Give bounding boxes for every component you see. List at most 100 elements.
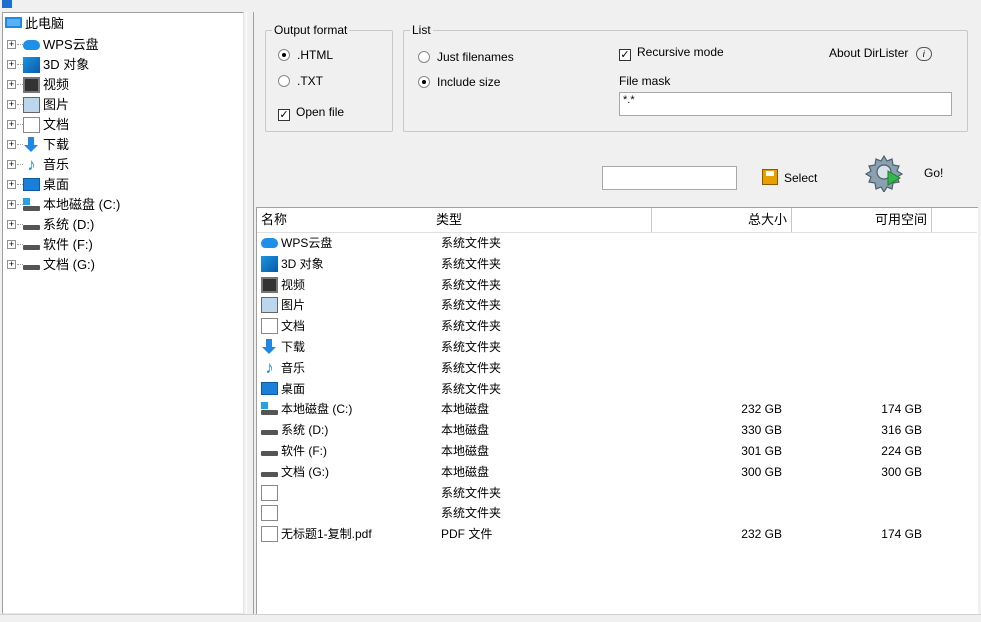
expand-icon[interactable]: + (7, 260, 16, 269)
tree-item-label: WPS云盘 (43, 37, 99, 52)
video-icon (23, 77, 40, 93)
column-header-type[interactable]: 类型 (432, 208, 652, 232)
include-size-radio-button[interactable] (418, 76, 430, 88)
folder-tree[interactable]: 此电脑 + WPS云盘 +3D 对象 + 视频 + 图片 + 文档 + 下载 + ♪ 音乐 + 桌面 + 本地磁盘… (2, 12, 244, 614)
expand-icon[interactable]: + (7, 100, 16, 109)
row-type: 系统文件夹 (441, 381, 502, 396)
tree-item-label: 桌面 (43, 177, 70, 192)
row-type: 系统文件夹 (441, 319, 502, 334)
list-row[interactable]: 软件 (F:) 本地磁盘 301 GB 224 GB (257, 441, 977, 462)
tree-item-label: 3D 对象 (43, 57, 90, 72)
row-name: 桌面 (281, 381, 306, 396)
file-list[interactable]: 名称 类型 总大小 可用空间 WPS云盘 系统文件夹 3D 对象 系统文件夹 视频 系统文… (256, 207, 978, 614)
expand-icon[interactable]: + (7, 60, 16, 69)
list-row[interactable]: 下载 系统文件夹 (257, 337, 977, 358)
column-header-total-label: 总大小 (747, 212, 787, 227)
drive-icon (261, 443, 278, 459)
row-name: 下载 (281, 340, 306, 354)
row-type: 系统文件夹 (441, 506, 502, 521)
drive-icon (261, 422, 278, 438)
drive-icon (23, 217, 40, 233)
pane-splitter[interactable] (246, 12, 254, 614)
output-format-group: Output format .HTML .TXT ✓ Open file (265, 23, 393, 132)
document-icon (261, 318, 278, 335)
column-header-free[interactable]: 可用空间 (792, 208, 932, 232)
row-type: 系统文件夹 (441, 256, 502, 271)
list-row[interactable]: 桌面 系统文件夹 (257, 379, 977, 400)
tree-item-label: 系统 (D:) (43, 217, 95, 232)
just-filenames-radio[interactable]: Just filenames (418, 49, 514, 65)
list-row[interactable]: 本地磁盘 (C:) 本地磁盘 232 GB 174 GB (257, 399, 977, 420)
list-row[interactable]: ♪ 音乐 系统文件夹 (257, 358, 977, 379)
txt-radio-button[interactable] (278, 75, 290, 87)
tree-item-label: 软件 (F:) (43, 237, 93, 252)
picture-icon (23, 97, 40, 113)
row-type: PDF 文件 (441, 527, 493, 542)
open-file-checkbox[interactable]: ✓ Open file (278, 104, 344, 121)
row-total-size: 301 GB (741, 444, 782, 458)
list-row[interactable]: 无标题1-复制.pdf PDF 文件 232 GB 174 GB (257, 524, 977, 545)
expand-icon[interactable]: + (7, 220, 16, 229)
column-header-name-label: 名称 (261, 212, 288, 227)
row-free-space: 300 GB (881, 464, 922, 479)
title-strip (0, 0, 981, 12)
output-format-title: Output format (272, 23, 350, 37)
list-row[interactable]: WPS云盘 系统文件夹 (257, 233, 977, 254)
tree-item-label: 下载 (43, 137, 70, 152)
recursive-check[interactable]: ✓ (619, 49, 631, 61)
list-row[interactable]: 图片 系统文件夹 (257, 295, 977, 316)
music-icon: ♪ (265, 357, 274, 377)
expand-icon[interactable]: + (7, 200, 16, 209)
expand-icon[interactable]: + (7, 160, 16, 169)
cloud-icon (261, 238, 278, 248)
list-row[interactable]: 文档 (G:) 本地磁盘 300 GB 300 GB (257, 462, 977, 483)
html-radio[interactable]: .HTML (278, 47, 333, 63)
system-drive-icon (261, 401, 278, 417)
html-radio-button[interactable] (278, 49, 290, 61)
row-free-space: 316 GB (881, 423, 922, 438)
app-icon (2, 0, 12, 8)
expand-icon[interactable]: + (7, 180, 16, 189)
list-row[interactable]: 文档 系统文件夹 (257, 316, 977, 337)
expand-icon[interactable]: + (7, 140, 16, 149)
list-group-title: List (410, 23, 433, 37)
file-mask-input[interactable]: *.* (619, 92, 952, 116)
row-type: 系统文件夹 (441, 277, 502, 292)
expand-icon[interactable]: + (7, 40, 16, 49)
desktop-icon (261, 381, 278, 395)
row-name: 图片 (281, 298, 306, 313)
row-type: 系统文件夹 (441, 360, 502, 375)
list-row[interactable]: 系统 (D:) 本地磁盘 330 GB 316 GB (257, 420, 977, 441)
expand-icon[interactable]: + (7, 120, 16, 129)
txt-radio[interactable]: .TXT (278, 73, 323, 89)
info-icon: i (915, 47, 932, 61)
column-header-name[interactable]: 名称 (257, 208, 432, 232)
row-name: 视频 (281, 277, 306, 292)
select-button[interactable]: Select (762, 169, 817, 185)
about-link[interactable]: About DirLister i (829, 45, 932, 61)
picture-icon (261, 297, 278, 314)
drive-icon (23, 237, 40, 253)
row-name: WPS云盘 (281, 236, 333, 250)
list-row[interactable]: 系统文件夹 (257, 503, 977, 524)
open-file-check[interactable]: ✓ (278, 109, 290, 121)
download-icon (261, 339, 278, 355)
include-size-radio[interactable]: Include size (418, 74, 500, 90)
recursive-checkbox[interactable]: ✓ Recursive mode (619, 44, 724, 61)
list-row[interactable]: 3D 对象 系统文件夹 (257, 254, 977, 275)
just-filenames-radio-button[interactable] (418, 51, 430, 63)
row-type: 系统文件夹 (441, 236, 502, 250)
document-icon (23, 117, 40, 133)
list-row[interactable]: 系统文件夹 (257, 483, 977, 504)
list-row[interactable]: 视频 系统文件夹 (257, 275, 977, 296)
row-name: 无标题1-复制.pdf (281, 527, 372, 542)
gear-go-icon (864, 154, 904, 192)
expand-icon[interactable]: + (7, 80, 16, 89)
expand-icon[interactable]: + (7, 240, 16, 249)
column-header-total[interactable]: 总大小 (652, 208, 792, 232)
path-input[interactable] (602, 166, 737, 190)
row-name: 文档 (G:) (281, 464, 329, 479)
go-button[interactable]: Go! (864, 152, 954, 196)
music-icon: ♪ (27, 155, 36, 174)
row-total-size: 232 GB (741, 402, 782, 417)
